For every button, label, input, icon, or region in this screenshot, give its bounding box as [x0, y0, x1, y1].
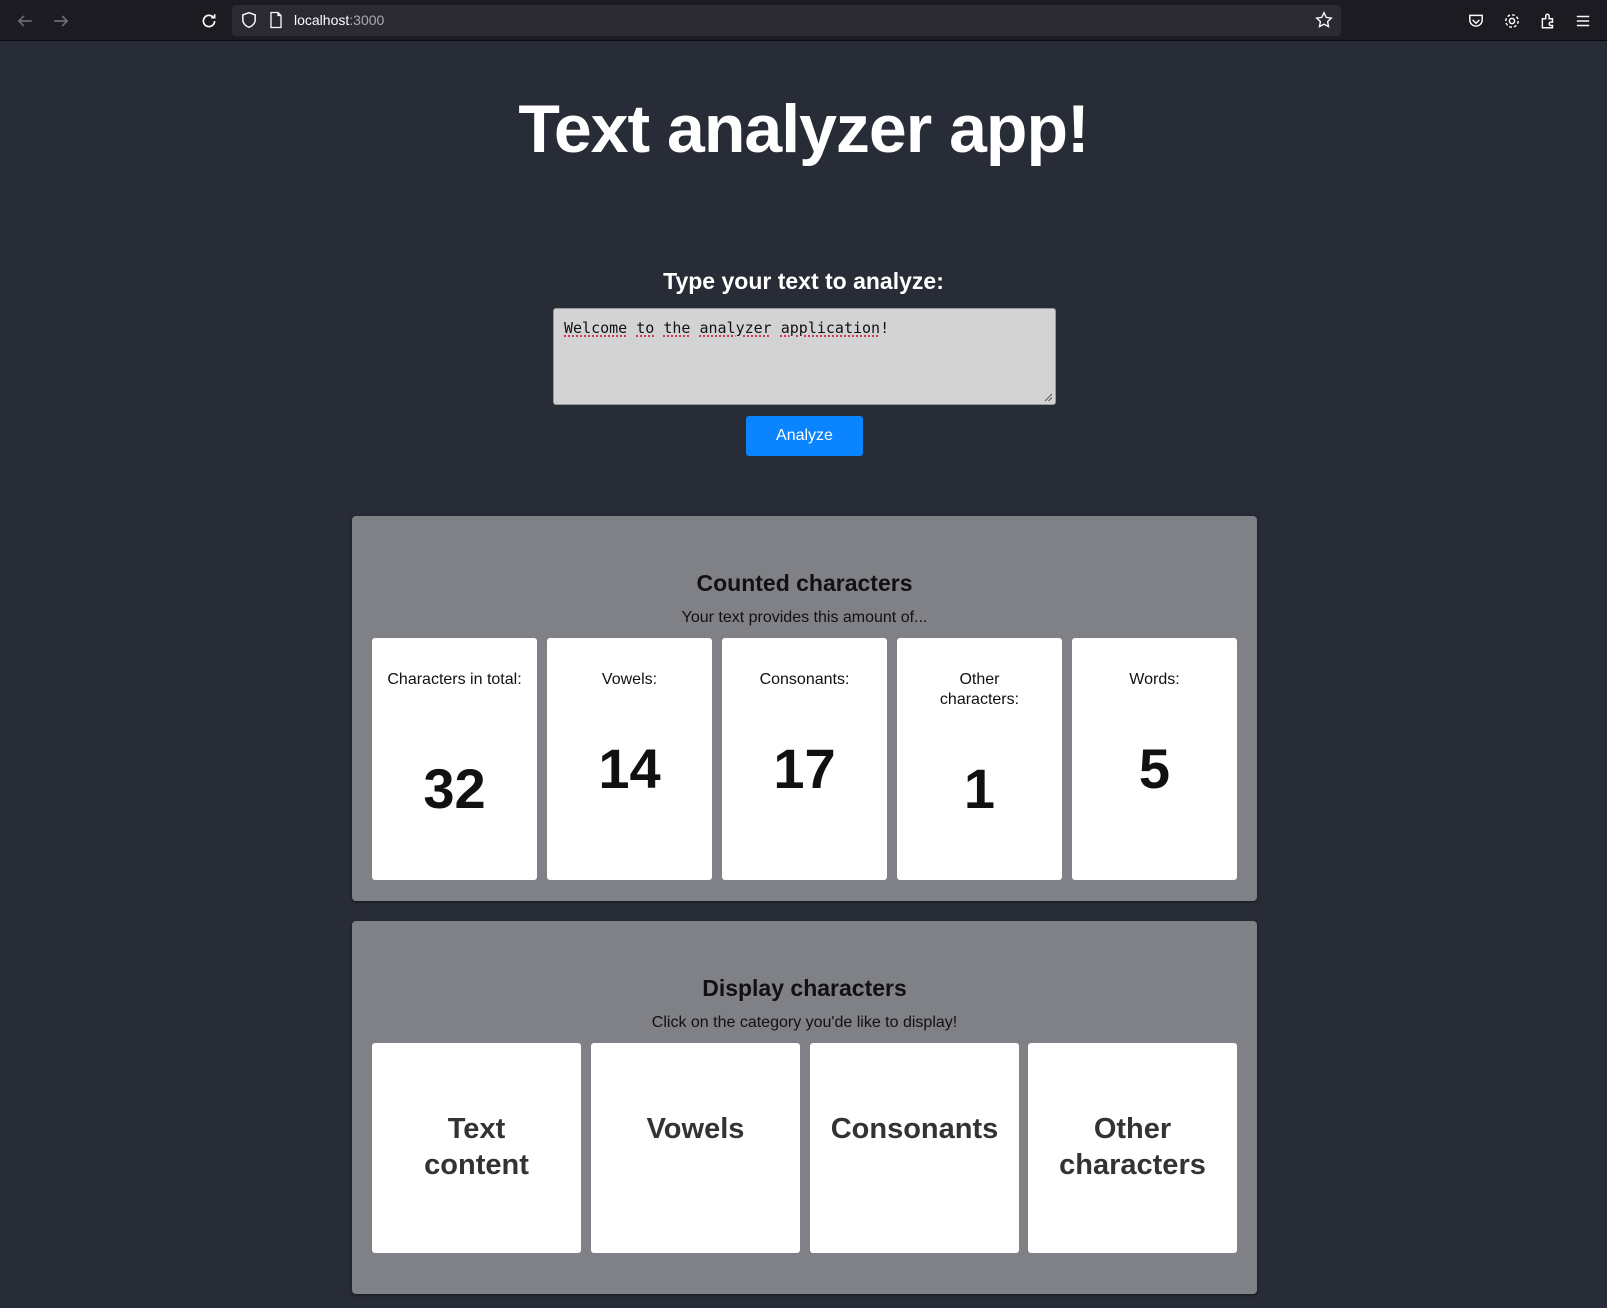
- category-label: Other characters: [1059, 1113, 1206, 1181]
- url-bar[interactable]: localhost:3000: [232, 5, 1341, 36]
- page-icon: [270, 11, 282, 29]
- category-card-vowels[interactable]: Vowels: [591, 1043, 800, 1253]
- stat-card-vowels: Vowels: 14: [547, 638, 712, 880]
- display-characters-subtitle: Click on the category you'de like to dis…: [651, 1014, 958, 1031]
- stat-label: Words:: [1129, 671, 1180, 688]
- category-label: Consonants: [830, 1113, 999, 1145]
- url-text[interactable]: localhost:3000: [294, 12, 384, 28]
- stat-label: Consonants:: [759, 671, 850, 688]
- stat-value: 1: [963, 757, 996, 820]
- input-prompt-label: Type your text to analyze:: [663, 268, 944, 294]
- back-arrow-icon[interactable]: [14, 10, 36, 32]
- category-label: Vowels: [646, 1113, 745, 1145]
- display-characters-title: Display characters: [702, 975, 907, 1001]
- extensions-icon[interactable]: [1537, 10, 1559, 32]
- counted-characters-panel: Counted characters Your text provides th…: [352, 516, 1257, 901]
- input-word: analyzer: [699, 319, 772, 337]
- category-card-other-characters[interactable]: Other characters: [1028, 1043, 1237, 1253]
- text-input-area[interactable]: Welcome to the analyzer application!: [553, 308, 1056, 405]
- resize-grip-icon[interactable]: [1043, 392, 1053, 402]
- counted-characters-title: Counted characters: [696, 570, 913, 596]
- stat-label: Vowels:: [601, 671, 658, 688]
- analyze-button[interactable]: Analyze: [746, 416, 863, 456]
- counted-characters-subtitle: Your text provides this amount of...: [681, 609, 928, 626]
- stat-label: Other characters:: [939, 671, 1020, 708]
- input-word: the: [663, 319, 691, 337]
- browser-toolbar: localhost:3000: [0, 0, 1607, 41]
- stat-card-characters-total: Characters in total: 32: [372, 638, 537, 880]
- stat-label: Characters in total:: [387, 671, 522, 688]
- input-word: to: [636, 319, 655, 337]
- category-card-consonants[interactable]: Consonants: [810, 1043, 1019, 1253]
- stat-card-words: Words: 5: [1072, 638, 1237, 880]
- input-word: Welcome: [564, 319, 628, 337]
- input-word: application: [780, 319, 881, 337]
- page-title: Text analyzer app!: [518, 91, 1089, 167]
- reload-icon[interactable]: [198, 10, 220, 32]
- display-characters-panel: Display characters Click on the category…: [352, 921, 1257, 1294]
- star-icon[interactable]: [1315, 11, 1333, 29]
- stat-value: 32: [423, 757, 486, 820]
- stat-value: 5: [1138, 737, 1171, 800]
- shield-icon[interactable]: [240, 11, 258, 29]
- pocket-icon[interactable]: [1465, 10, 1487, 32]
- forward-arrow-icon[interactable]: [50, 10, 72, 32]
- input-punctuation: !: [880, 319, 890, 337]
- stat-value: 17: [773, 737, 836, 800]
- stat-value: 14: [598, 737, 661, 800]
- category-label: Text content: [424, 1113, 529, 1181]
- stat-card-other-characters: Other characters: 1: [897, 638, 1062, 880]
- menu-icon[interactable]: [1572, 10, 1594, 32]
- stat-card-consonants: Consonants: 17: [722, 638, 887, 880]
- gear-icon[interactable]: [1501, 10, 1523, 32]
- category-card-text-content[interactable]: Text content: [372, 1043, 581, 1253]
